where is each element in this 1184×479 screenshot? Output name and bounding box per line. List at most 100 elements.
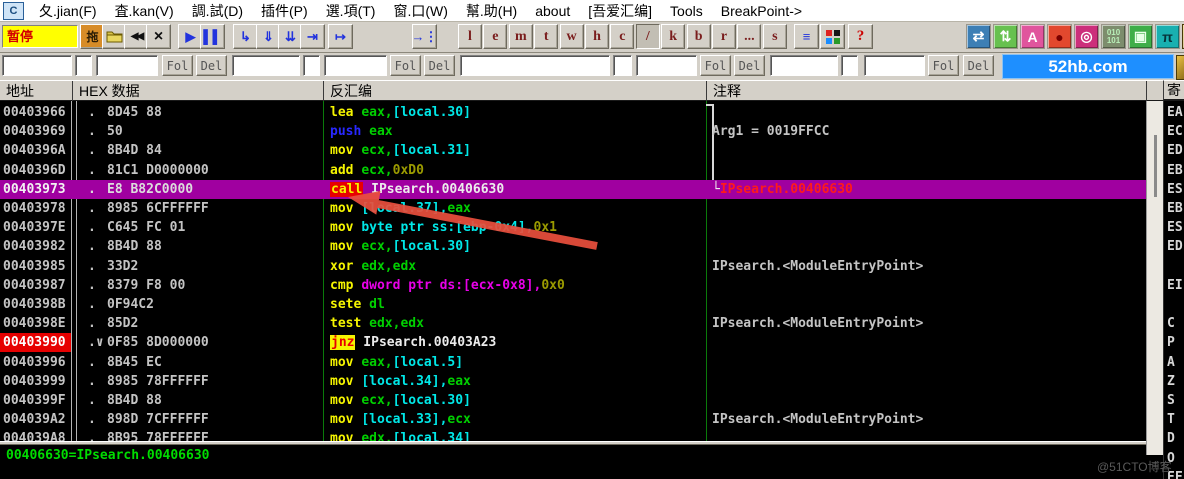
view-letter-button-c[interactable]: c <box>610 24 635 49</box>
menu-item-0[interactable]: 夂.jian(F) <box>30 0 106 21</box>
help-button[interactable]: ? <box>848 24 873 49</box>
flag-field-1[interactable] <box>75 55 92 76</box>
follow-button-3[interactable]: Fol <box>700 55 731 76</box>
address-expression-field-1[interactable] <box>2 55 72 76</box>
disasm-token: [local.5] <box>392 354 464 370</box>
disasm-row[interactable]: 00403996. 8B45 EC mov eax,[local.5] <box>0 353 1146 372</box>
comment-token: └ <box>712 181 720 197</box>
execute-till-return-button[interactable]: ↦ <box>328 24 353 49</box>
flag-field-2[interactable] <box>303 55 320 76</box>
view-letter-button-r[interactable]: r <box>712 24 736 49</box>
disasm-row[interactable]: 00403982. 8B4D 88 mov ecx,[local.30] <box>0 237 1146 256</box>
menu-item-7[interactable]: about <box>526 0 579 21</box>
delete-button-4[interactable]: Del <box>963 55 994 76</box>
brand-banner[interactable]: 52hb.com <box>1002 54 1174 79</box>
disasm-row[interactable]: 00403987. 8379 F8 00 cmp dword ptr ds:[ecx… <box>0 276 1146 295</box>
view-letter-button-t[interactable]: t <box>534 24 559 49</box>
disasm-row[interactable]: 00403999. 8985 78FFFFFF mov [local.34],eax <box>0 372 1146 391</box>
disasm-row[interactable]: 004039A2. 898D 7CFFFFFF mov [local.33],ecx… <box>0 410 1146 429</box>
animate-over-button[interactable]: ⇥ <box>300 24 325 49</box>
disasm-token: cmp <box>330 277 362 293</box>
menu-item-2[interactable]: 調.試(D) <box>183 0 252 21</box>
view-letter-button-dots[interactable]: ... <box>737 24 762 49</box>
delete-button-1[interactable]: Del <box>196 55 227 76</box>
assemble-icon[interactable]: A <box>1020 24 1045 49</box>
view-letter-button-k[interactable]: k <box>661 24 686 49</box>
disasm-row[interactable]: 0040396D. 81C1 D0000000 add ecx,0xD0 <box>0 161 1146 180</box>
flag-field-4[interactable] <box>841 55 858 76</box>
disassembly-pane[interactable]: 00403966. 8D45 88 lea eax,[local.30] 004039… <box>0 101 1146 441</box>
swap-icon[interactable]: ⇄ <box>966 24 991 49</box>
menu-bar: C 夂.jian(F) 査.kan(V) 調.試(D) 插件(P) 選.項(T) 窗.口(… <box>0 0 1184 22</box>
disasm-token: mov <box>330 373 362 389</box>
view-letter-button-h[interactable]: h <box>585 24 609 49</box>
follow-button-1[interactable]: Fol <box>162 55 193 76</box>
disasm-row[interactable]: 0040398B. 0F94C2 sete dl <box>0 295 1146 314</box>
disasm-row[interactable]: 0040397E. C645 FC 01 mov byte ptr ss:[ebp-… <box>0 218 1146 237</box>
row-address: 0040397E <box>3 220 66 236</box>
disasm-row[interactable]: 00403966. 8D45 88 lea eax,[local.30] <box>0 103 1146 122</box>
step-into-button[interactable]: ↳ <box>233 24 258 49</box>
follow-button-2[interactable]: Fol <box>390 55 421 76</box>
view-letter-button-b[interactable]: b <box>686 24 711 49</box>
appearance-colors-icon[interactable] <box>820 24 845 49</box>
menu-item-5[interactable]: 窗.口(W) <box>384 0 456 21</box>
address-expression-field-4[interactable] <box>770 55 838 76</box>
pi-icon[interactable]: π <box>1155 24 1180 49</box>
updown-icon[interactable]: ⇅ <box>993 24 1018 49</box>
follow-button-4[interactable]: Fol <box>928 55 959 76</box>
pause-button[interactable]: ▌▌ <box>200 24 225 49</box>
vertical-scrollbar[interactable] <box>1146 101 1163 455</box>
disasm-row[interactable]: 0040399F. 8B4D 88 mov ecx,[local.30] <box>0 391 1146 410</box>
value-field-4[interactable] <box>864 55 925 76</box>
address-expression-field-3[interactable] <box>460 55 610 76</box>
menu-item-10[interactable]: BreakPoint-> <box>712 0 811 21</box>
disasm-row[interactable]: 0040396A. 8B4D 84 mov ecx,[local.31] <box>0 141 1146 160</box>
binary-icon[interactable]: 010 101 <box>1101 24 1126 49</box>
row-flow-mark: . <box>88 431 96 441</box>
flag-field-3[interactable] <box>613 55 632 76</box>
view-letter-button-/[interactable]: / <box>635 24 660 49</box>
view-letter-button-w[interactable]: w <box>559 24 584 49</box>
disasm-row[interactable]: 00403973. E8 B82C0000 call IPsearch.004066… <box>0 179 1146 199</box>
disasm-row[interactable]: 00403969. 50 push eax Arg1 = 0019FFCC <box>0 122 1146 141</box>
delete-button-2[interactable]: Del <box>424 55 455 76</box>
menu-item-4[interactable]: 選.項(T) <box>317 0 385 21</box>
row-hex-bytes: 0F85 8D000000 <box>107 335 209 351</box>
close-button[interactable]: × <box>146 24 171 49</box>
delete-button-3[interactable]: Del <box>734 55 765 76</box>
disasm-row[interactable]: 00403985. 33D2 xor edx,edx IPsearch.<Module… <box>0 257 1146 276</box>
view-letter-button-e[interactable]: e <box>483 24 508 49</box>
disasm-row[interactable]: 00403990 .∨ 0F85 8D000000 jnz IPsearch.0040… <box>0 333 1146 353</box>
view-letter-button-s[interactable]: s <box>762 24 787 49</box>
target-icon[interactable]: ◎ <box>1074 24 1099 49</box>
go-to-button[interactable]: →⋮ <box>412 24 437 49</box>
value-field-2[interactable] <box>324 55 387 76</box>
registers-pane[interactable]: EA EC ED EB ES EB ES ED EI C P A Z S T D O EF <box>1163 101 1184 479</box>
record-icon[interactable]: ● <box>1047 24 1072 49</box>
windows-list-icon[interactable]: ≡ <box>794 24 819 49</box>
view-letter-button-l[interactable]: l <box>458 24 482 49</box>
cpu-window-icon[interactable]: C <box>3 1 24 20</box>
comment-token: IPsearch.<ModuleEntryPoint> <box>712 412 924 428</box>
scrollbar-thumb[interactable] <box>1154 135 1157 197</box>
window-icon[interactable]: ▣ <box>1128 24 1153 49</box>
disasm-row[interactable]: 0040398E. 85D2 test edx,edx IPsearch.<Modul… <box>0 314 1146 333</box>
view-letter-button-m[interactable]: m <box>508 24 533 49</box>
address-expression-field-2[interactable] <box>232 55 300 76</box>
value-field-1[interactable] <box>96 55 158 76</box>
register-label: Z <box>1167 373 1175 389</box>
row-flow-mark: . <box>88 297 96 312</box>
menu-item-3[interactable]: 插件(P) <box>252 0 317 21</box>
row-hex-bytes: 85D2 <box>107 316 139 332</box>
menu-item-8[interactable]: [吾爱汇编] <box>579 0 661 21</box>
menu-item-9[interactable]: Tools <box>661 0 712 21</box>
value-field-3[interactable] <box>636 55 697 76</box>
disasm-token: xor <box>330 258 362 274</box>
menu-item-6[interactable]: 幫.助(H) <box>457 0 526 21</box>
header-registers: 寄 <box>1163 80 1184 101</box>
disasm-row[interactable]: 00403978. 8985 6CFFFFFF mov [local.37],eax <box>0 199 1146 218</box>
disasm-row[interactable]: 004039A8. 8B95 78FFFFFF mov edx,[local.34] <box>0 429 1146 441</box>
menu-item-1[interactable]: 査.kan(V) <box>106 0 183 21</box>
disasm-token: ecx, <box>361 162 393 178</box>
